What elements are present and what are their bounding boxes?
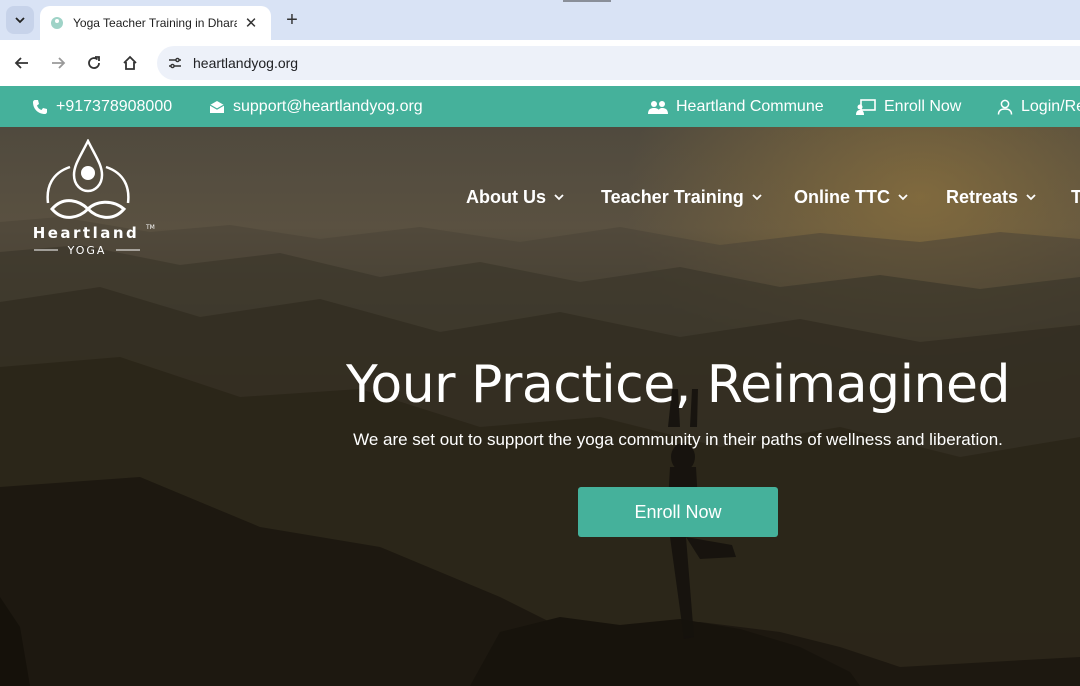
reload-icon xyxy=(88,56,100,69)
nav-item-label: Retreats xyxy=(946,187,1019,207)
email-address: support@heartlandyog.org xyxy=(233,97,423,115)
nav-item-label: T xyxy=(1071,187,1080,207)
topbar-enroll-link[interactable]: Enroll Now xyxy=(856,86,961,127)
hero-subtitle: We are set out to support the yoga commu… xyxy=(353,430,1003,449)
new-tab-button[interactable]: + xyxy=(281,9,303,31)
topbar-enroll-label: Enroll Now xyxy=(884,97,962,115)
nav-item-about-us[interactable]: About Us xyxy=(466,187,564,208)
heartland-yoga-logo[interactable]: Heartland TM YOGA xyxy=(30,139,156,257)
nav-item-retreats[interactable]: Retreats xyxy=(946,187,1036,208)
logo-brand-text: Heartland xyxy=(33,224,140,242)
site-favicon-icon xyxy=(49,15,65,31)
nav-item-online-ttc[interactable]: Online TTC xyxy=(794,187,908,208)
chevron-down-icon xyxy=(15,17,25,24)
nav-item-truncated[interactable]: T xyxy=(1071,187,1080,208)
chevron-down-icon xyxy=(752,194,762,201)
nav-item-label: Teacher Training xyxy=(601,187,744,207)
login-link[interactable]: Login/Register xyxy=(997,86,1080,127)
tab-drag-indicator xyxy=(563,0,611,2)
nav-item-teacher-training[interactable]: Teacher Training xyxy=(601,187,762,208)
hero-title: Your Practice, Reimagined xyxy=(346,355,1010,415)
hero-enroll-button[interactable]: Enroll Now xyxy=(578,487,778,537)
forward-button[interactable] xyxy=(46,51,70,75)
user-icon xyxy=(997,99,1013,115)
back-button[interactable] xyxy=(10,51,34,75)
url-text: heartlandyog.org xyxy=(193,55,299,71)
chevron-down-icon xyxy=(554,194,564,201)
browser-tabstrip: Yoga Teacher Training in Dharamsala ✕ + xyxy=(0,0,1080,40)
login-label: Login/Register xyxy=(1021,97,1080,115)
phone-icon xyxy=(33,99,47,114)
forward-arrow-icon xyxy=(52,57,66,69)
commune-link[interactable]: Heartland Commune xyxy=(648,86,824,127)
logo-sub-text: YOGA xyxy=(67,244,107,257)
nav-item-label: Online TTC xyxy=(794,187,890,207)
users-icon xyxy=(648,100,668,114)
tab-search-button[interactable] xyxy=(6,6,34,34)
close-tab-icon[interactable]: ✕ xyxy=(241,13,261,33)
reload-button[interactable] xyxy=(82,51,106,75)
logo-tm-text: TM xyxy=(145,224,155,231)
home-icon xyxy=(123,55,137,70)
tab-title: Yoga Teacher Training in Dharamsala xyxy=(73,16,237,30)
commune-label: Heartland Commune xyxy=(676,97,824,115)
phone-link[interactable]: +917378908000 xyxy=(32,86,172,127)
back-arrow-icon xyxy=(14,57,28,69)
home-button[interactable] xyxy=(118,51,142,75)
browser-tab[interactable]: Yoga Teacher Training in Dharamsala ✕ xyxy=(40,6,271,40)
hero-section: Heartland TM YOGA About Us Teacher Train… xyxy=(0,127,1080,686)
browser-toolbar: heartlandyog.org xyxy=(0,40,1080,86)
nav-item-label: About Us xyxy=(466,187,546,207)
phone-number: +917378908000 xyxy=(56,97,173,115)
address-bar[interactable]: heartlandyog.org xyxy=(157,46,1080,80)
email-link[interactable]: support@heartlandyog.org xyxy=(209,86,423,127)
chevron-down-icon xyxy=(1026,194,1036,201)
site-settings-icon[interactable] xyxy=(165,53,185,73)
enroll-icon xyxy=(856,98,876,115)
chevron-down-icon xyxy=(898,194,908,201)
site-topbar: +917378908000 support@heartlandyog.org H… xyxy=(0,86,1080,127)
email-icon xyxy=(209,100,225,113)
